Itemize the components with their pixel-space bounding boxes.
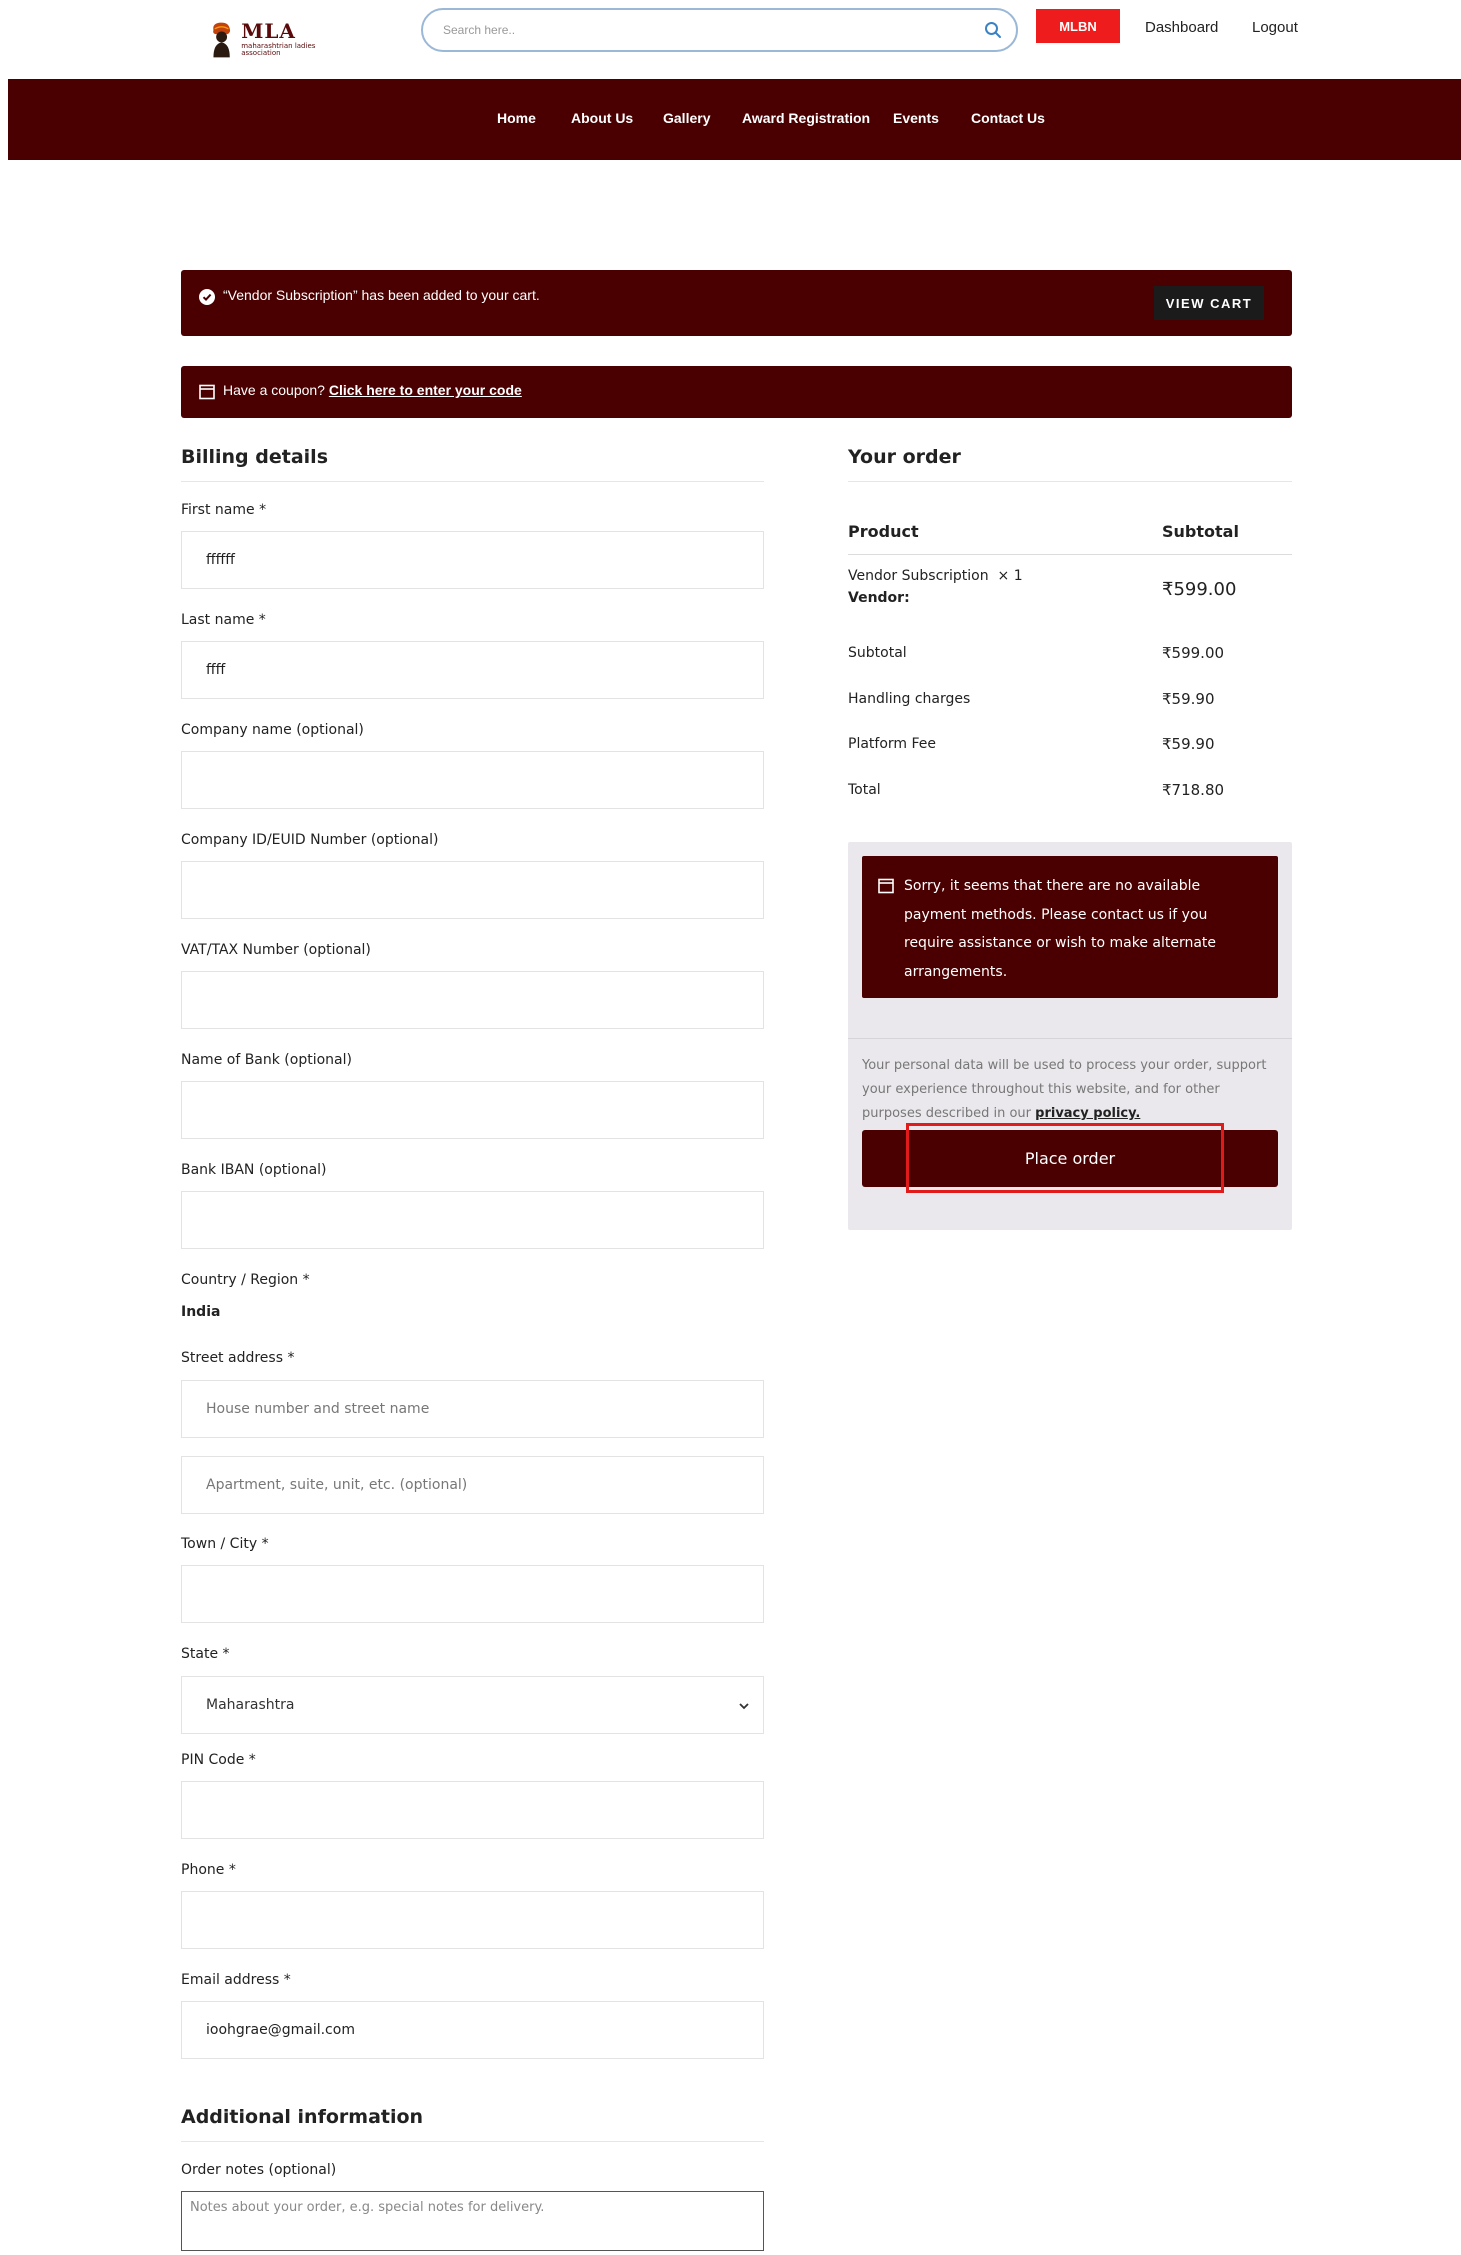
company-id-field[interactable]: [181, 861, 764, 919]
logo-figure-icon: [213, 22, 231, 58]
mlbn-button[interactable]: MLBN: [1036, 9, 1120, 43]
order-row-value: ₹59.90: [1162, 735, 1215, 753]
street-address-field[interactable]: [181, 1380, 764, 1438]
no-payment-message: Sorry, it seems that there are no availa…: [904, 878, 1217, 980]
apartment-field[interactable]: [181, 1456, 764, 1514]
order-col-subtotal: Subtotal: [1162, 522, 1239, 541]
no-payment-notice: Sorry, it seems that there are no availa…: [862, 856, 1278, 998]
coupon-link[interactable]: Click here to enter your code: [329, 382, 522, 398]
additional-info-title: Additional information: [181, 2106, 424, 2128]
logo-subtext: maharashtrian ladies association: [241, 42, 316, 57]
additional-divider: [181, 2141, 764, 2142]
order-total-label: Total: [848, 782, 881, 798]
nav-item-gallery[interactable]: Gallery: [663, 110, 710, 126]
search-input[interactable]: [443, 19, 963, 41]
bank-name-field[interactable]: [181, 1081, 764, 1139]
phone-label: Phone *: [181, 1862, 236, 1878]
site-logo[interactable]: MLA maharashtrian ladies association: [208, 10, 320, 68]
nav-item-home[interactable]: Home: [497, 110, 536, 126]
billing-divider: [181, 481, 764, 482]
order-notes-label: Order notes (optional): [181, 2162, 337, 2178]
main-nav: Home About Us Gallery Award Registration…: [8, 79, 1461, 160]
first-name-field[interactable]: [181, 531, 764, 589]
view-cart-button[interactable]: VIEW CART: [1154, 286, 1264, 320]
bank-iban-label: Bank IBAN (optional): [181, 1162, 327, 1178]
check-circle-icon: [199, 289, 215, 305]
order-item-price: ₹599.00: [1162, 579, 1237, 600]
phone-field[interactable]: [181, 1891, 764, 1949]
company-id-label: Company ID/EUID Number (optional): [181, 832, 439, 848]
privacy-notice: Your personal data will be used to proce…: [862, 1054, 1280, 1120]
city-field[interactable]: [181, 1565, 764, 1623]
first-name-label: First name *: [181, 502, 267, 518]
window-icon: [199, 384, 215, 400]
dashboard-link[interactable]: Dashboard: [1145, 19, 1218, 36]
email-field[interactable]: [181, 2001, 764, 2059]
pin-code-label: PIN Code *: [181, 1752, 256, 1768]
nav-item-award-registration[interactable]: Award Registration: [742, 110, 870, 126]
order-item-name: Vendor Subscription × 1: [848, 568, 1023, 584]
vat-field[interactable]: [181, 971, 764, 1029]
search-bar: [421, 8, 1018, 52]
chevron-down-icon: [739, 1703, 749, 1710]
state-label: State *: [181, 1646, 230, 1662]
your-order-title: Your order: [848, 446, 961, 468]
order-item-title: Vendor Subscription: [848, 568, 989, 584]
order-notes-textarea[interactable]: [181, 2191, 764, 2251]
company-name-field[interactable]: [181, 751, 764, 809]
country-label: Country / Region *: [181, 1272, 310, 1288]
cart-added-notice: “Vendor Subscription” has been added to …: [181, 270, 1292, 336]
country-value: India: [181, 1304, 221, 1320]
order-title-divider: [848, 481, 1292, 482]
coupon-prefix: Have a coupon?: [223, 382, 325, 398]
state-selected-value: Maharashtra: [206, 1697, 295, 1713]
last-name-label: Last name *: [181, 612, 266, 628]
bank-iban-field[interactable]: [181, 1191, 764, 1249]
privacy-policy-link[interactable]: privacy policy.: [1035, 1106, 1140, 1120]
city-label: Town / City *: [181, 1536, 269, 1552]
street-address-label: Street address *: [181, 1350, 295, 1366]
order-row-label: Subtotal: [848, 645, 907, 661]
vat-label: VAT/TAX Number (optional): [181, 942, 371, 958]
top-bar: MLA maharashtrian ladies association MLB…: [0, 0, 1461, 78]
search-icon[interactable]: [984, 21, 1002, 39]
nav-item-contact-us[interactable]: Contact Us: [971, 110, 1045, 126]
payment-divider: [848, 1038, 1292, 1039]
window-icon: [878, 878, 894, 894]
order-head-divider: [848, 554, 1292, 555]
billing-title: Billing details: [181, 446, 328, 468]
nav-item-about-us[interactable]: About Us: [571, 110, 633, 126]
order-row-label: Platform Fee: [848, 736, 937, 752]
nav-item-events[interactable]: Events: [893, 110, 939, 126]
last-name-field[interactable]: [181, 641, 764, 699]
email-label: Email address *: [181, 1972, 291, 1988]
pin-code-field[interactable]: [181, 1781, 764, 1839]
order-total-value: ₹718.80: [1162, 781, 1225, 799]
coupon-notice: Have a coupon? Click here to enter your …: [181, 366, 1292, 418]
order-row-label: Handling charges: [848, 691, 971, 707]
bank-name-label: Name of Bank (optional): [181, 1052, 352, 1068]
order-row-value: ₹59.90: [1162, 690, 1215, 708]
company-name-label: Company name (optional): [181, 722, 364, 738]
order-item-vendor: Vendor:: [848, 590, 910, 606]
state-select[interactable]: Maharashtra: [181, 1676, 764, 1734]
logo-text: MLA: [241, 19, 296, 43]
highlight-annotation-box: [906, 1123, 1224, 1193]
cart-added-message: “Vendor Subscription” has been added to …: [223, 287, 540, 303]
order-item-qty: × 1: [997, 568, 1023, 584]
order-col-product: Product: [848, 522, 919, 541]
coupon-message: Have a coupon? Click here to enter your …: [223, 382, 522, 398]
order-row-value: ₹599.00: [1162, 644, 1225, 662]
logout-link[interactable]: Logout: [1252, 19, 1298, 36]
